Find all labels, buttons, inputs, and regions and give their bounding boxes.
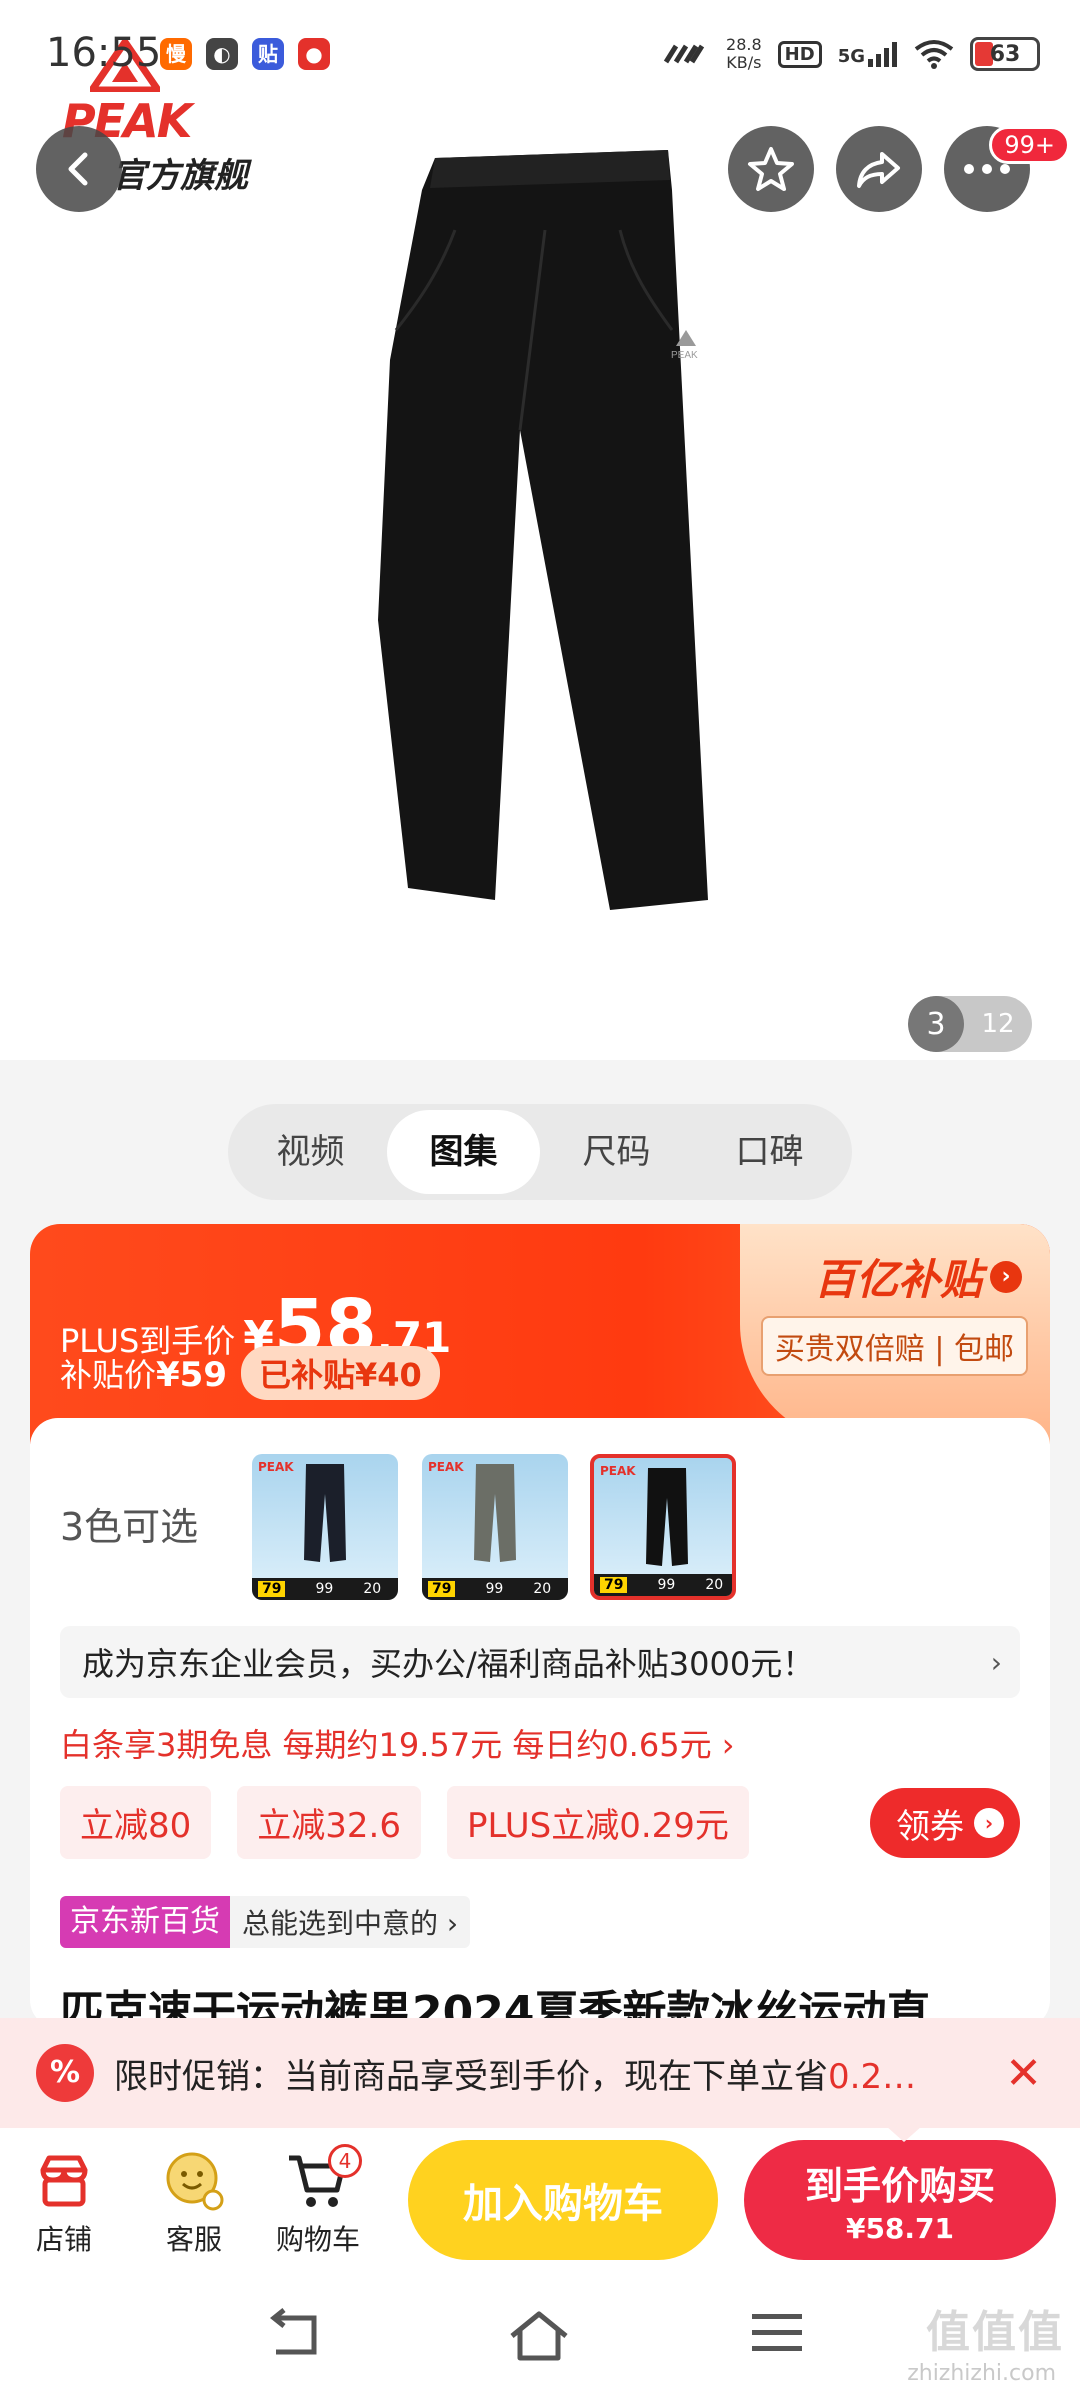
status-bar: 16:55 慢 ◐ 贴 ● 28.8 KB/s HD 5G 63	[0, 0, 1080, 110]
swatch-brand: PEAK	[600, 1464, 636, 1478]
subsidized-amount: 已补贴¥40	[241, 1346, 440, 1400]
hd-indicator: HD	[777, 40, 822, 68]
billion-subsidy-link[interactable]: 百亿补贴 ›	[814, 1246, 1022, 1307]
status-time: 16:55	[46, 30, 162, 76]
swatch-price-strip: 79 99 20	[422, 1578, 568, 1600]
swatch-price-strip: 79 99 20	[594, 1574, 732, 1596]
menu-nav-icon[interactable]	[750, 2308, 804, 2358]
star-icon	[748, 147, 794, 191]
baitiao-installment[interactable]: 白条享3期免息 每期约19.57元 每日约0.65元 ›	[60, 1720, 735, 1766]
chevron-right-icon: ›	[974, 1808, 1004, 1838]
cart-label: 购物车	[275, 2223, 360, 2256]
system-navigation-bar: 值值值 zhizhizhi.com	[0, 2278, 1080, 2400]
add-to-cart-button[interactable]: 加入购物车	[408, 2140, 718, 2260]
store-button[interactable]: 店铺	[14, 2144, 114, 2258]
chevron-right-icon: ›	[990, 1645, 1002, 1679]
svg-text:PEAK: PEAK	[671, 350, 698, 361]
swatch-pants-image	[304, 1464, 346, 1562]
product-hero-image[interactable]: PEAK PEAK 官方旗舰 99+ 3 12	[0, 0, 1080, 1060]
enterprise-member-text: 成为京东企业会员，买办公/福利商品补贴3000元！	[82, 1645, 815, 1683]
get-coupon-button[interactable]: 领券 ›	[870, 1788, 1020, 1858]
customer-service-button[interactable]: 客服	[144, 2144, 244, 2258]
get-coupon-label: 领券	[896, 1806, 964, 1847]
limited-promo-banner[interactable]: % 限时促销：当前商品享受到手价，现在下单立省0.2… ✕	[0, 2018, 1080, 2128]
guarantee-tags: 买贵双倍赔 | 包邮	[760, 1316, 1028, 1376]
battery-level: 63	[989, 41, 1021, 67]
tie-app-icon: 贴	[252, 38, 284, 70]
product-info-card: 3色可选 PEAK 79 99 20 PEAK 79 99 20 PEAK 79 99 20 成为京东…	[30, 1418, 1050, 2028]
network-speed: 28.8 KB/s	[726, 35, 762, 72]
tab-1[interactable]: 图集	[387, 1110, 540, 1194]
gallery-pager: 3 12	[908, 996, 1032, 1052]
home-nav-icon[interactable]	[506, 2308, 572, 2364]
back-button[interactable]	[36, 126, 122, 212]
subsidy-price-line: 补贴价¥59 已补贴¥40	[60, 1346, 440, 1400]
leaf-app-icon: ◐	[206, 38, 238, 70]
percent-icon: %	[36, 2044, 94, 2102]
customer-service-icon	[166, 2152, 224, 2211]
close-icon[interactable]: ✕	[1005, 2048, 1042, 2099]
store-icon	[40, 2155, 88, 2207]
watermark-logo: 值值值	[926, 2307, 1064, 2358]
buy-now-label: 到手价购买	[804, 2164, 995, 2208]
limited-promo-text: 限时促销：当前商品享受到手价，现在下单立省0.2…	[114, 2056, 917, 2097]
tab-2[interactable]: 尺码	[540, 1110, 693, 1194]
dept-tag-label: 京东新百货	[60, 1896, 230, 1948]
store-label: 店铺	[35, 2223, 92, 2256]
tab-3[interactable]: 口碑	[693, 1110, 846, 1194]
swatch-brand: PEAK	[428, 1460, 464, 1474]
gallery-current: 3	[908, 996, 964, 1052]
swatch-brand: PEAK	[258, 1460, 294, 1474]
discount-tags: 立减80 立减32.6 PLUS立减0.29元	[60, 1786, 749, 1859]
wifi-icon	[914, 40, 954, 69]
notification-badge: 99+	[989, 126, 1070, 164]
cart-count-badge: 4	[328, 2144, 362, 2178]
signal-icon	[868, 42, 897, 67]
share-button[interactable]	[836, 126, 922, 212]
subsidy-price: ¥59	[156, 1355, 227, 1395]
color-count-label: 3色可选	[60, 1505, 199, 1549]
price-banner[interactable]: PLUS到手价 ¥ 58 .71 补贴价¥59 已补贴¥40 百亿补贴 › 买贵…	[30, 1224, 1050, 1444]
tab-0[interactable]: 视频	[234, 1110, 387, 1194]
favorite-button[interactable]	[728, 126, 814, 212]
mascot-app-icon: ●	[298, 38, 330, 70]
enterprise-member-bar[interactable]: 成为京东企业会员，买办公/福利商品补贴3000元！ ›	[60, 1626, 1020, 1698]
buy-now-button[interactable]: 到手价购买 ¥58.71	[744, 2140, 1056, 2260]
subsidy-price-label: 补贴价	[60, 1356, 157, 1394]
cart-button[interactable]: 4 购物车	[268, 2144, 368, 2258]
chevron-right-icon: ›	[990, 1260, 1022, 1293]
watermark-url: zhizhizhi.com	[907, 2361, 1056, 2386]
bottom-action-bar: 店铺 客服 4 购物车 加入购物车 到手价购买 ¥58.71	[0, 2128, 1080, 2278]
slow-app-icon: 慢	[160, 38, 192, 70]
customer-service-label: 客服	[165, 2223, 222, 2256]
network-type: 5G	[838, 41, 898, 67]
color-swatch-black-blue[interactable]: PEAK 79 99 20	[252, 1454, 398, 1600]
color-swatch-gray[interactable]: PEAK 79 99 20	[422, 1454, 568, 1600]
swatch-pants-image	[646, 1468, 688, 1566]
jd-department-store-tag[interactable]: 京东新百货 总能选到中意的 ›	[60, 1896, 471, 1948]
speed-logo-icon	[663, 44, 705, 64]
battery-icon: 63	[970, 37, 1040, 71]
back-arrow-icon	[68, 152, 88, 186]
share-icon	[857, 152, 900, 188]
status-indicators: 28.8 KB/s HD 5G 63	[662, 36, 1040, 72]
brand-store-label: 官方旗舰	[112, 156, 248, 196]
promo-pointer	[886, 2126, 922, 2142]
billion-subsidy-label: 百亿补贴	[813, 1255, 982, 1304]
media-tabs: 视频 图集 尺码 口碑	[228, 1104, 852, 1200]
swatch-pants-image	[474, 1464, 516, 1562]
swatch-price-strip: 79 99 20	[252, 1578, 398, 1600]
buy-now-price: ¥58.71	[845, 2212, 955, 2245]
gallery-total: 12	[981, 1009, 1015, 1039]
color-swatch-black[interactable]: PEAK 79 99 20	[590, 1454, 736, 1600]
more-dots-icon	[964, 164, 1010, 174]
status-app-icons: 慢 ◐ 贴 ●	[160, 38, 330, 70]
discount-tag[interactable]: PLUS立减0.29元	[446, 1786, 749, 1859]
back-nav-icon[interactable]	[266, 2308, 326, 2364]
dept-tag-text: 总能选到中意的 ›	[242, 1907, 459, 1940]
discount-tag[interactable]: 立减80	[60, 1786, 212, 1859]
discount-tag[interactable]: 立减32.6	[237, 1786, 421, 1859]
